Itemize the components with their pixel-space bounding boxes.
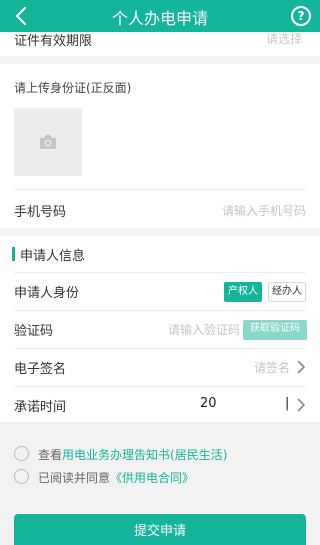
checkbox-circle[interactable] xyxy=(14,469,29,484)
commit-time-row[interactable]: 承诺时间 20 | xyxy=(0,386,320,424)
phone-row: 手机号码 请输入手机号码 xyxy=(0,191,320,229)
id-photo-upload[interactable] xyxy=(14,108,82,176)
checkbox-circle[interactable] xyxy=(14,446,29,461)
signature-row[interactable]: 电子签名 请签名 xyxy=(0,348,320,386)
signature-placeholder: 请签名 xyxy=(253,361,290,375)
contract-link[interactable]: 《供用电合同》 xyxy=(110,471,194,485)
divider xyxy=(14,189,306,190)
validity-period-value: 请选择 xyxy=(265,32,302,46)
notice-link[interactable]: 用电业务办理告知书(居民生活) xyxy=(62,448,227,462)
phone-label: 手机号码 xyxy=(14,205,67,220)
commit-time-value: 20 xyxy=(200,396,217,411)
applicant-card: 申请人身份 产权人 经办人 验证码 请输入验证码 获取验证码 电子签名 请签名 … xyxy=(0,272,320,422)
agreement-prefix: 查看 xyxy=(38,448,63,462)
camera-icon xyxy=(40,135,56,149)
commit-time-label: 承诺时间 xyxy=(14,400,67,415)
verify-input[interactable]: 请输入验证码 xyxy=(168,321,240,338)
verify-row: 验证码 请输入验证码 获取验证码 xyxy=(0,310,320,348)
app-header: 个人办电申请 ? xyxy=(0,0,320,32)
page-title: 个人办电申请 xyxy=(111,9,208,28)
validity-period-row[interactable]: 证件有效期限 请选择 xyxy=(0,32,320,56)
chevron-right-icon xyxy=(297,360,306,374)
upload-card: 请上传身份证(正反面) 手机号码 请输入手机号码 xyxy=(0,64,320,228)
phone-input[interactable]: 请输入手机号码 xyxy=(222,202,306,219)
section-accent-bar xyxy=(12,247,15,261)
help-icon[interactable]: ? xyxy=(291,6,311,26)
upload-label: 请上传身份证(正反面) xyxy=(14,81,132,95)
commit-time-end-marker: | xyxy=(285,396,290,411)
section-title: 申请人信息 xyxy=(20,249,86,264)
identity-row: 申请人身份 产权人 经办人 xyxy=(0,272,320,310)
get-code-button[interactable]: 获取验证码 xyxy=(243,320,307,340)
agreement-prefix: 已阅读并同意 xyxy=(38,471,111,485)
verify-label: 验证码 xyxy=(14,324,54,339)
identity-label: 申请人身份 xyxy=(14,286,80,301)
section-header: 申请人信息 xyxy=(0,236,320,272)
agreements: 查看用电业务办理告知书(居民生活) 已阅读并同意《供用电合同》 xyxy=(0,430,320,500)
validity-period-label: 证件有效期限 xyxy=(14,34,93,49)
signature-label: 电子签名 xyxy=(14,362,67,377)
chevron-right-icon xyxy=(297,398,306,412)
submit-button[interactable]: 提交申请 xyxy=(14,514,306,545)
identity-owner-button[interactable]: 产权人 xyxy=(224,282,262,302)
identity-agent-button[interactable]: 经办人 xyxy=(268,282,306,302)
